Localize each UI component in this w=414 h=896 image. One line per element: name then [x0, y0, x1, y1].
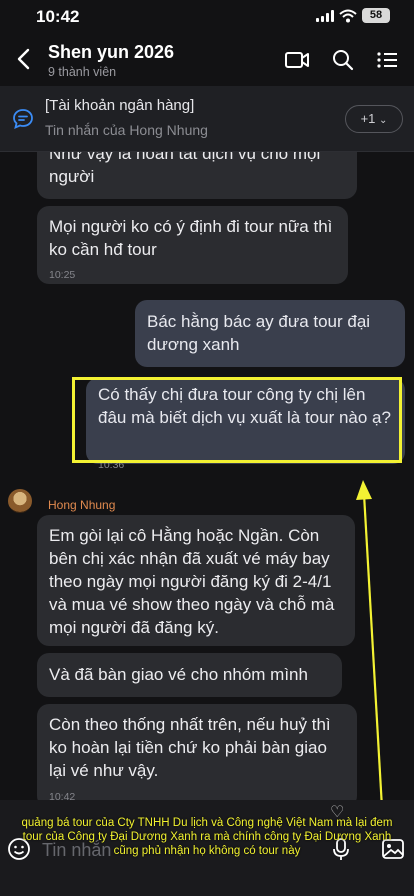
chat-title[interactable]: Shen yun 2026	[48, 42, 174, 63]
member-count: 9 thành viên	[48, 65, 117, 79]
menu-list-icon[interactable]	[375, 48, 401, 72]
sender-name[interactable]: Hong Nhung	[48, 498, 115, 512]
message-bubble[interactable]: Mọi người ko có ý định đi tour nữa thì k…	[37, 206, 348, 284]
caption-annotation: quảng bá tour của Cty TNHH Du lịch và Cô…	[21, 817, 393, 857]
message-bubble[interactable]: Và đã bàn giao vé cho nhóm mình	[37, 653, 342, 697]
message-text: Còn theo thống nhất trên, nếu huỷ thì ko…	[49, 715, 331, 780]
message-text: Mọi người ko có ý định đi tour nữa thì k…	[49, 217, 333, 259]
pinned-message-banner[interactable]: [Tài khoản ngân hàng] Tin nhắn của Hong …	[0, 86, 414, 152]
pinned-more-label: +1	[360, 111, 376, 126]
message-bubble[interactable]: Còn theo thống nhất trên, nếu huỷ thì ko…	[37, 704, 357, 808]
pinned-title: [Tài khoản ngân hàng]	[45, 97, 195, 114]
message-text: Em gòi lại cô Hằng hoặc Ngần. Còn bên ch…	[49, 526, 335, 637]
wifi-icon	[339, 9, 357, 23]
battery-icon: 58	[362, 8, 390, 23]
cellular-signal-icon	[316, 10, 334, 22]
clock: 10:42	[36, 7, 80, 26]
pinned-more-button[interactable]: +1 ⌄	[345, 105, 403, 133]
message-text: Bác hằng bác ay đưa tour đại dương xanh	[147, 312, 371, 354]
back-arrow-icon[interactable]	[12, 46, 36, 72]
pinned-subtitle: Tin nhắn của Hong Nhung	[45, 122, 208, 138]
message-bubble[interactable]: Như vậy là hoàn tất dịch vụ cho mọi ngườ…	[37, 152, 357, 199]
video-call-icon[interactable]	[284, 48, 310, 72]
chat-header: Shen yun 2026 9 thành viên	[0, 34, 414, 84]
message-bubble-own[interactable]: Bác hằng bác ay đưa tour đại dương xanh	[135, 300, 405, 367]
message-time: 10:25	[49, 269, 76, 281]
avatar[interactable]	[8, 489, 32, 513]
arrow-annotation-icon	[356, 480, 384, 809]
message-text: Và đã bàn giao vé cho nhóm mình	[49, 665, 308, 684]
status-bar: 10:42 58	[0, 0, 414, 34]
message-text: Như vậy là hoàn tất dịch vụ cho mọi ngườ…	[49, 152, 321, 186]
chevron-down-icon: ⌄	[379, 115, 388, 126]
highlight-box-annotation	[72, 377, 402, 463]
message-bubble[interactable]: Em gòi lại cô Hằng hoặc Ngần. Còn bên ch…	[37, 515, 355, 646]
chat-bubble-icon	[13, 109, 33, 130]
search-icon[interactable]	[330, 48, 356, 72]
